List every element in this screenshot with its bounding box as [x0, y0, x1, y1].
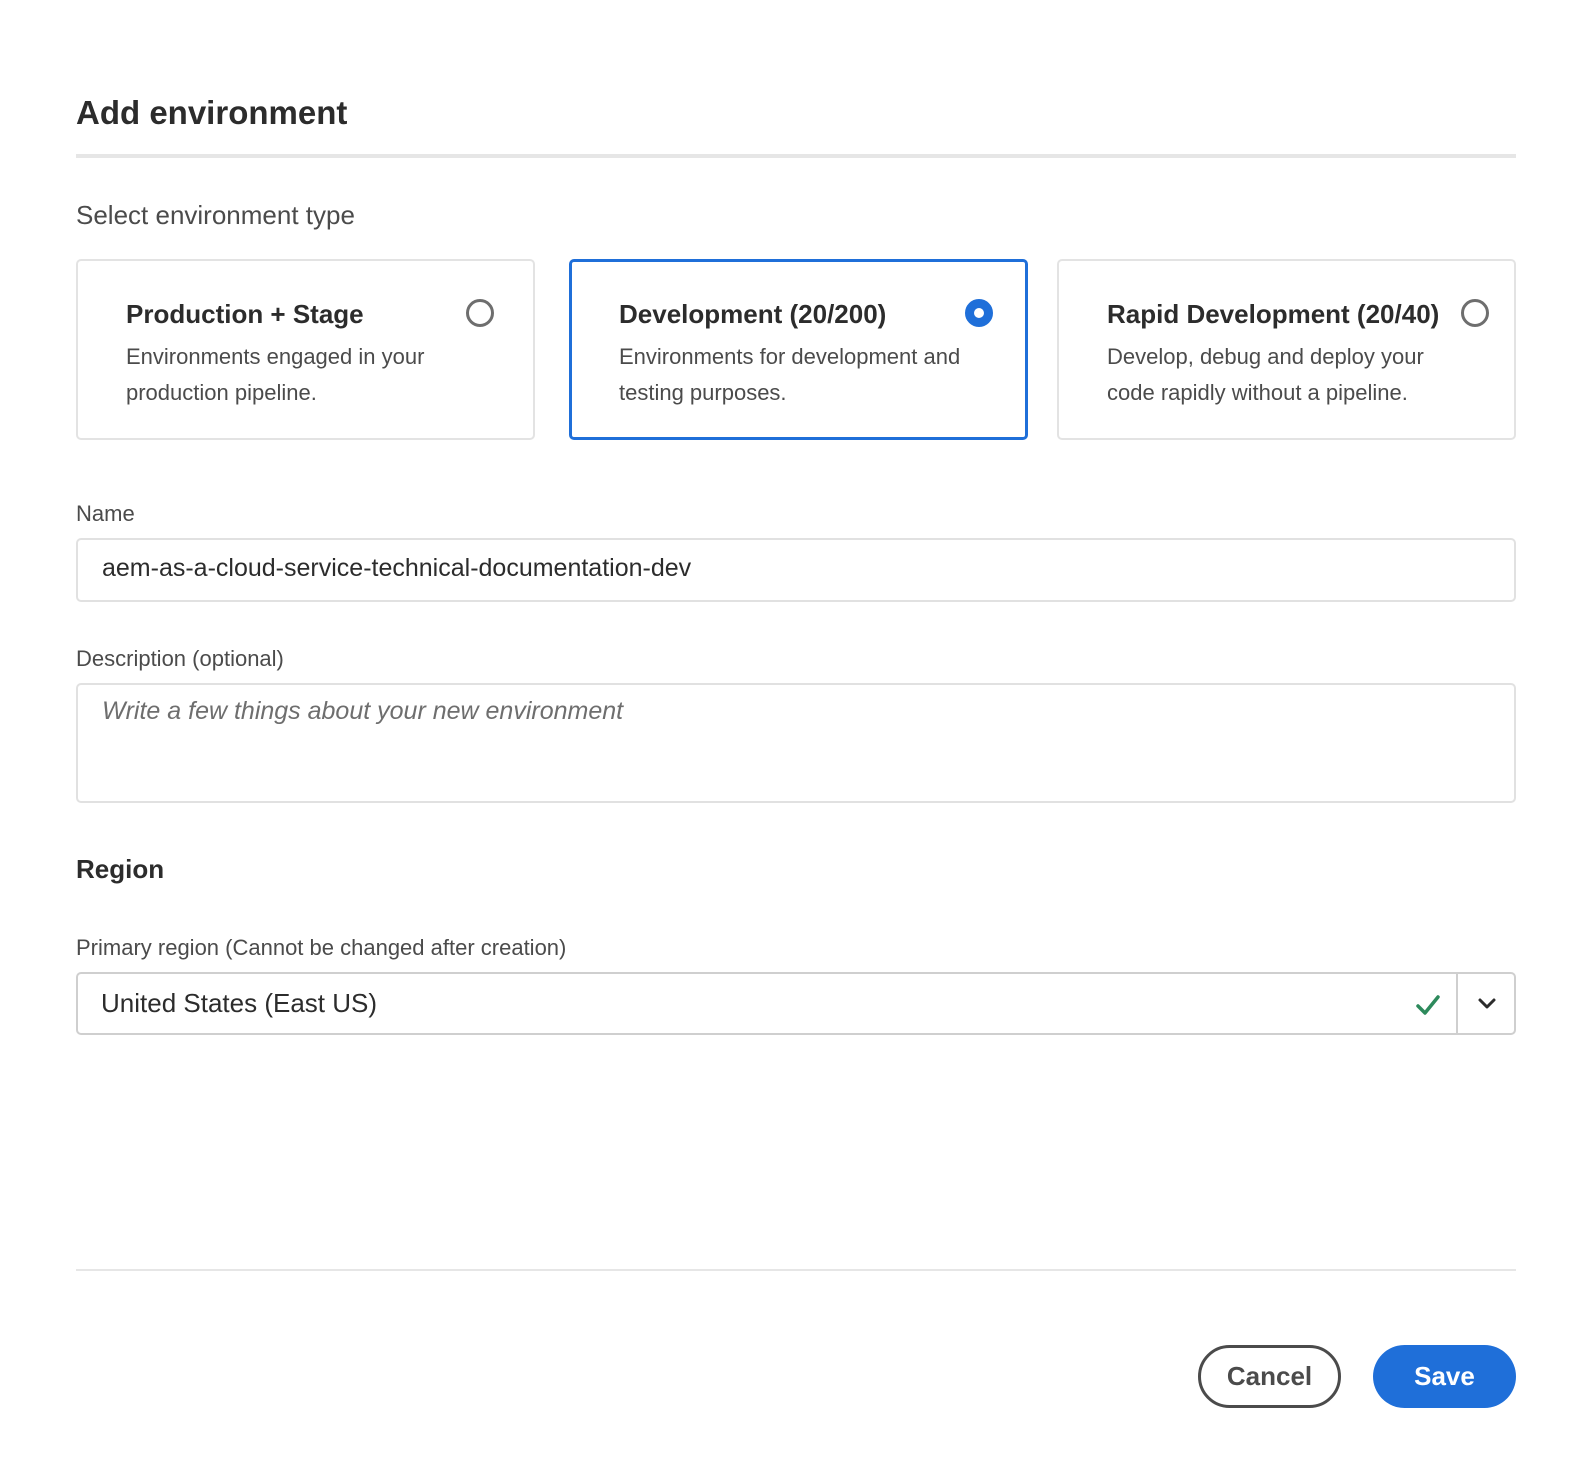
env-type-radio-production-stage[interactable] [466, 299, 494, 327]
env-type-description: Environments engaged in your production … [126, 344, 425, 405]
env-type-radio-rapid-development[interactable] [1461, 299, 1489, 327]
checkmark-icon [1416, 995, 1440, 1015]
env-type-card-development[interactable]: Development (20/200) Environments for de… [569, 259, 1028, 440]
save-button[interactable]: Save [1373, 1345, 1516, 1408]
description-label: Description (optional) [76, 646, 284, 671]
region-dropdown-button[interactable] [1458, 974, 1514, 1033]
dialog-title: Add environment [76, 94, 348, 131]
description-placeholder: Write a few things about your new enviro… [102, 697, 624, 725]
environment-type-label: Select environment type [76, 200, 355, 230]
primary-region-label: Primary region (Cannot be changed after … [76, 935, 567, 960]
title-divider [76, 154, 1516, 158]
chevron-down-icon [1478, 998, 1496, 1009]
cancel-button[interactable]: Cancel [1198, 1345, 1341, 1408]
env-type-card-production-stage[interactable]: Production + Stage Environments engaged … [76, 259, 535, 440]
env-type-card-rapid-development[interactable]: Rapid Development (20/40) Develop, debug… [1057, 259, 1516, 440]
primary-region-select[interactable]: United States (East US) [76, 972, 1516, 1035]
footer-divider [76, 1269, 1516, 1271]
env-type-description: Environments for development and testing… [619, 344, 961, 405]
env-type-title: Production + Stage [126, 299, 364, 329]
primary-region-value: United States (East US) [101, 988, 377, 1018]
name-input-value: aem-as-a-cloud-service-technical-documen… [102, 554, 692, 582]
name-label: Name [76, 501, 135, 526]
description-textarea[interactable]: Write a few things about your new enviro… [76, 683, 1516, 803]
env-type-radio-development[interactable] [965, 299, 993, 327]
env-type-title: Rapid Development (20/40) [1107, 299, 1440, 329]
name-input[interactable]: aem-as-a-cloud-service-technical-documen… [76, 538, 1516, 602]
region-heading: Region [76, 854, 165, 884]
add-environment-dialog: Add environment Select environment type … [0, 0, 1592, 1480]
env-type-title: Development (20/200) [619, 299, 887, 329]
env-type-description: Develop, debug and deploy your code rapi… [1107, 344, 1424, 405]
